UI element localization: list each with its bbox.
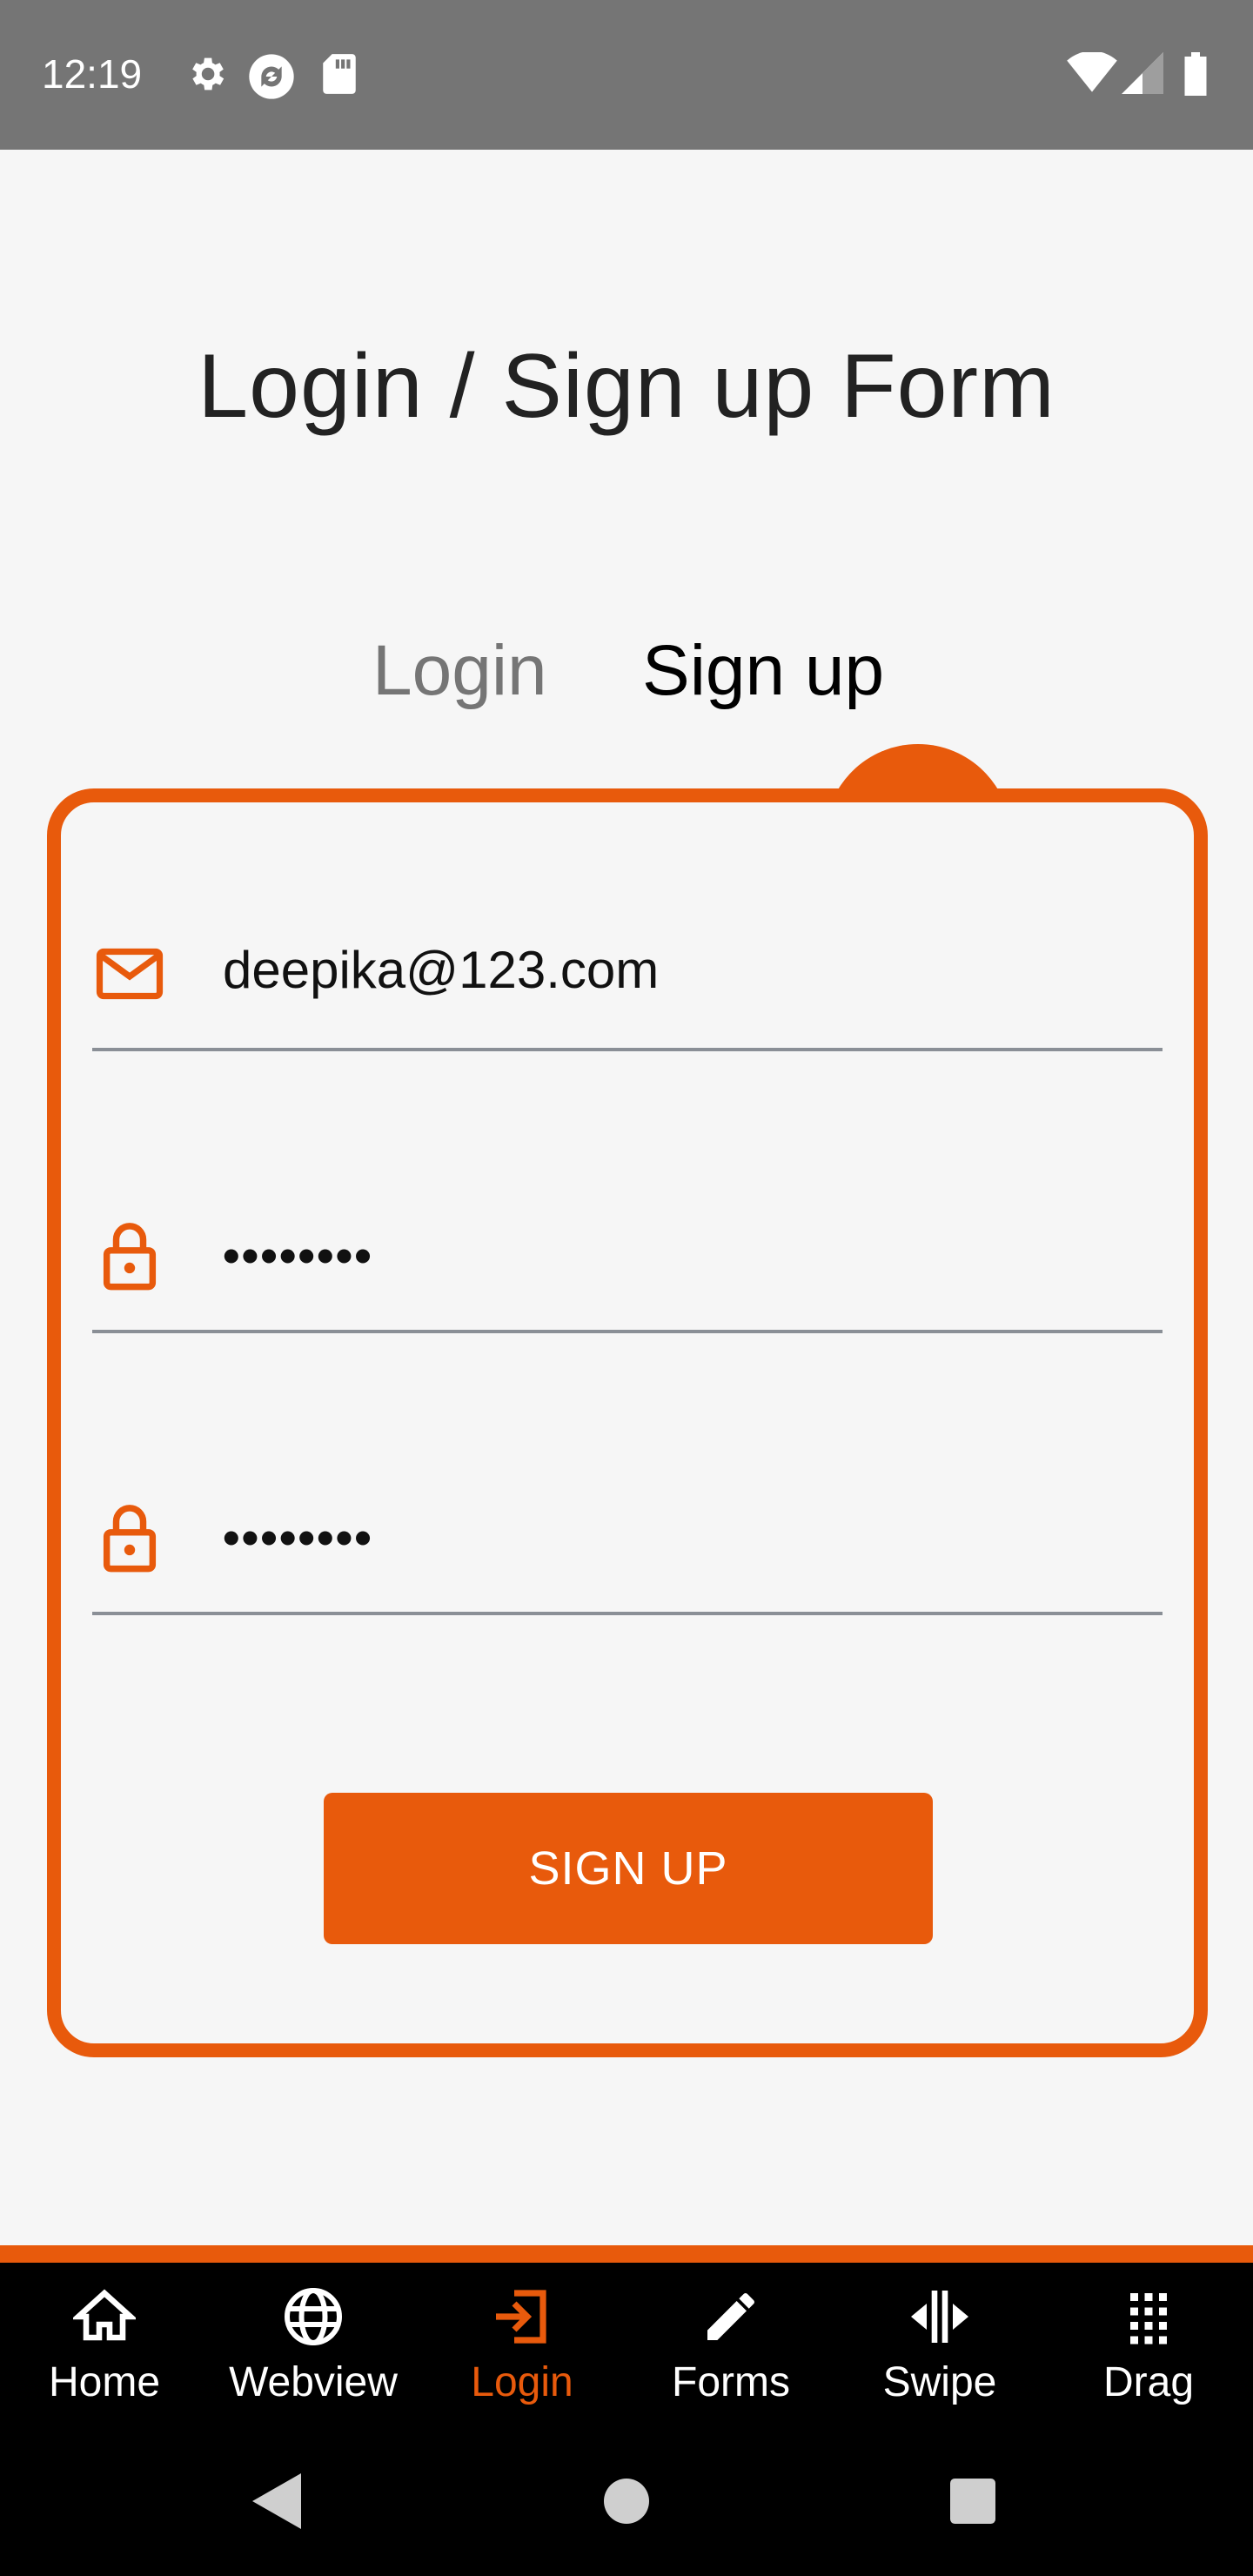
nav-label-webview: Webview [229, 2359, 398, 2405]
nav-label-login: Login [471, 2359, 573, 2405]
status-bar: 12:19 [0, 0, 1253, 150]
system-navigation-bar [0, 2428, 1253, 2576]
recents-square-icon[interactable] [950, 2479, 995, 2528]
nav-item-forms[interactable]: Forms [626, 2263, 835, 2428]
mail-icon [96, 947, 164, 1005]
pencil-icon [707, 2293, 754, 2340]
nav-item-drag[interactable]: Drag [1044, 2263, 1253, 2428]
sign-up-button[interactable]: SIGN UP [324, 1793, 933, 1944]
password-field-underline [92, 1330, 1163, 1333]
confirm-password-field-underline [92, 1612, 1163, 1615]
nav-label-drag: Drag [1102, 2359, 1195, 2405]
wifi-icon [1067, 50, 1117, 98]
page-title: Login / Sign up Form [198, 336, 1055, 437]
globe-icon [285, 2288, 342, 2345]
settings-icon [184, 52, 228, 100]
nav-item-swipe[interactable]: Swipe [835, 2263, 1044, 2428]
lock-icon [103, 1220, 157, 1296]
home-icon [73, 2289, 136, 2341]
nav-label-home: Home [48, 2359, 161, 2405]
home-circle-icon[interactable] [604, 2479, 649, 2528]
email-field-underline [92, 1048, 1163, 1051]
sync-icon [247, 52, 296, 105]
nav-item-login[interactable]: Login [418, 2263, 626, 2428]
drag-grid-icon [1130, 2293, 1167, 2345]
bottom-navigation: Home Webview Login Forms Swipe Drag [0, 2263, 1253, 2428]
tab-sign-up[interactable]: Sign up [642, 630, 884, 712]
sd-card-icon [320, 52, 358, 100]
confirm-password-field[interactable]: •••••••• [223, 1509, 373, 1566]
signal-icon [1121, 52, 1164, 98]
nav-item-home[interactable]: Home [0, 2263, 209, 2428]
swipe-icon [911, 2291, 968, 2343]
tab-login[interactable]: Login [372, 630, 547, 712]
email-field[interactable] [223, 940, 1145, 1000]
nav-label-forms: Forms [672, 2359, 790, 2405]
nav-label-swipe: Swipe [882, 2359, 997, 2405]
lock-icon [103, 1502, 157, 1578]
back-icon[interactable] [252, 2473, 301, 2533]
nav-item-webview[interactable]: Webview [209, 2263, 418, 2428]
battery-icon [1182, 52, 1209, 100]
nav-top-accent-bar [0, 2245, 1253, 2263]
login-icon [496, 2290, 546, 2344]
status-time: 12:19 [42, 51, 143, 97]
password-field[interactable]: •••••••• [223, 1227, 373, 1284]
